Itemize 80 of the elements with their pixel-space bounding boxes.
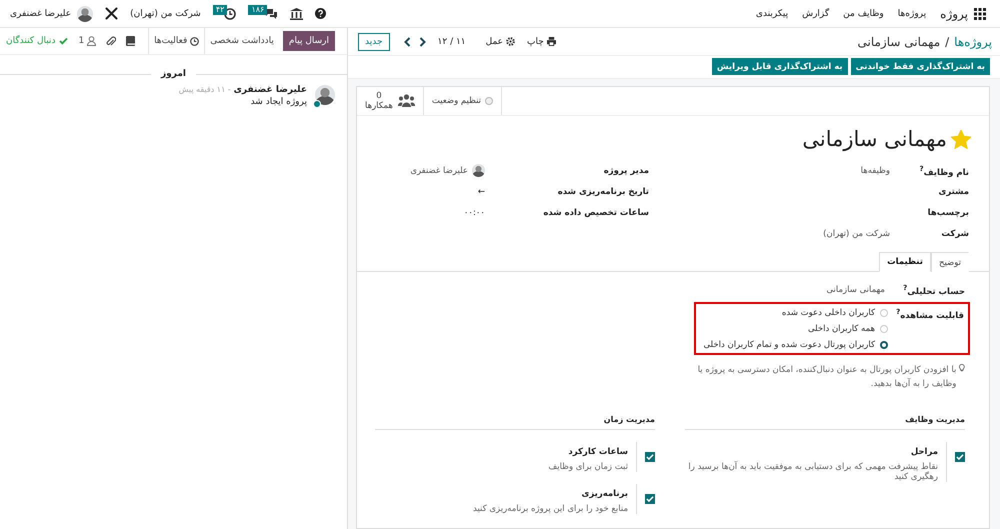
notebook-icon[interactable]	[126, 36, 136, 46]
lightbulb-icon	[959, 363, 965, 373]
radio-button[interactable]	[880, 341, 888, 349]
pager-counter: ۱۱ / ۱۲	[438, 36, 466, 46]
printer-icon	[546, 37, 556, 46]
menu-item[interactable]: پروژه‌ها	[898, 8, 926, 18]
help-icon[interactable]	[315, 8, 326, 19]
menu-item[interactable]: پیکربندی	[756, 8, 788, 18]
manager-avatar	[472, 164, 485, 177]
activity-count-badge: ۴۲	[212, 4, 228, 14]
breadcrumb-current: مهمانی سازمانی	[857, 34, 940, 48]
section-title: مدیریت زمان	[375, 415, 655, 430]
field-label: قابلیت مشاهده$^{?}$	[895, 307, 964, 323]
project-title: مهمانی سازمانی	[802, 127, 947, 151]
set-status-button[interactable]: تنظیم وضعیت	[424, 87, 502, 115]
field-label: مدیر پروژه	[602, 166, 649, 176]
share-button[interactable]: به اشتراک‌گذاری قابل ویرایش	[712, 58, 848, 75]
field-label: نام وظایف$^{?}$	[918, 164, 969, 178]
field-value[interactable]: ۰۰:۰۰	[464, 208, 485, 218]
paperclip-icon[interactable]	[106, 36, 116, 46]
check-icon	[59, 37, 68, 45]
clock-icon[interactable]	[224, 8, 236, 20]
activities-button[interactable]: فعالیت‌ها	[148, 28, 206, 54]
field-label: ساعات تخصیص داده شده	[542, 208, 649, 218]
message-author: علیرضا غضنفری	[234, 85, 307, 95]
send-message-button[interactable]: ارسال پیام	[282, 31, 335, 51]
field-label: مشتری	[938, 186, 969, 196]
field-value[interactable]: ←	[478, 186, 485, 196]
user-icon	[87, 36, 96, 46]
field-value[interactable]: وظیفه‌ها	[860, 166, 890, 176]
field-value[interactable]: علیرضا غضنفری	[410, 166, 468, 176]
field-label: حساب تحلیلی$^{?}$	[902, 283, 965, 297]
message-count-badge: ۱۸۶	[248, 4, 268, 14]
followers-button[interactable]: 1	[78, 36, 96, 46]
field-value[interactable]: مهمانی سازمانی	[826, 285, 885, 295]
clock-icon	[190, 36, 200, 46]
user-avatar[interactable]	[77, 6, 94, 22]
menu-item[interactable]: وظایف من	[843, 8, 884, 18]
field-label: برچسب‌ها	[926, 208, 969, 218]
section-title: مدیریت وظایف	[685, 415, 965, 430]
field-label: تاریخ برنامه‌ریزی شده	[556, 186, 649, 196]
field-value[interactable]: شرکت من (تهران)	[823, 228, 890, 238]
notebook-tab[interactable]: توضیح	[930, 252, 969, 272]
setting-description: منابع خود را برای این پروژه برنامه‌ریزی کنید	[473, 504, 628, 514]
company-switcher[interactable]: شرکت من (تهران)	[130, 8, 201, 18]
breadcrumb-link[interactable]: پروژه‌ها	[954, 34, 992, 48]
date-separator: امروز	[160, 69, 186, 79]
checkbox[interactable]	[955, 452, 965, 462]
notebook-tab[interactable]: تنظیمات	[879, 252, 931, 272]
gear-icon	[506, 37, 516, 46]
setting-label: برنامه‌ریزی	[580, 489, 628, 499]
setting-description: نقاط پیشرفت مهمی که برای دستیابی به موفقیت باید به آن‌ها برسید را رهگیری کنید	[687, 462, 938, 482]
menu-item[interactable]: گزارش	[802, 8, 830, 18]
radio-label[interactable]: کاربران داخلی دعوت شده	[782, 308, 875, 318]
checkbox[interactable]	[645, 452, 655, 462]
radio-label[interactable]: کاربران پورتال دعوت شده و تمام کاربران داخلی	[703, 340, 875, 350]
visibility-hint: با افزودن کاربران پورتال به عنوان دنبال‌کننده، امکان دسترسی به پروژه یا وظایف را به آن‌ها بدهید.	[696, 364, 956, 391]
app-name[interactable]: پروژه	[940, 6, 968, 20]
checkbox[interactable]	[645, 494, 655, 504]
message-body: پروژه ایجاد شد	[250, 97, 307, 107]
setting-label: مراحل	[910, 447, 938, 457]
radio-label[interactable]: همه کاربران داخلی	[808, 324, 875, 334]
action-button[interactable]: عمل	[486, 36, 516, 46]
breadcrumb-separator: /	[945, 34, 950, 48]
message-time: - ۱۱ دقیقه پیش	[178, 85, 231, 94]
setting-description: ثبت زمان برای وظایف	[548, 462, 628, 472]
user-name[interactable]: علیرضا غضنفری	[10, 8, 72, 18]
share-button[interactable]: به اشتراک‌گذاری فقط خواندنی	[850, 58, 990, 75]
author-avatar	[315, 85, 335, 105]
building-icon[interactable]	[290, 8, 304, 20]
favorite-star-icon[interactable]	[951, 130, 971, 148]
new-button[interactable]: جدید	[358, 32, 390, 50]
apps-grid-icon[interactable]	[974, 8, 986, 20]
next-record-icon[interactable]	[418, 36, 426, 46]
users-icon	[398, 94, 415, 108]
log-note-button[interactable]: یادداشت شخصی	[205, 29, 279, 53]
print-button[interactable]: چاپ	[527, 36, 556, 46]
setting-label: ساعات کارکرد	[567, 447, 628, 457]
previous-record-icon[interactable]	[404, 36, 411, 46]
field-label: شرکت	[940, 228, 969, 238]
